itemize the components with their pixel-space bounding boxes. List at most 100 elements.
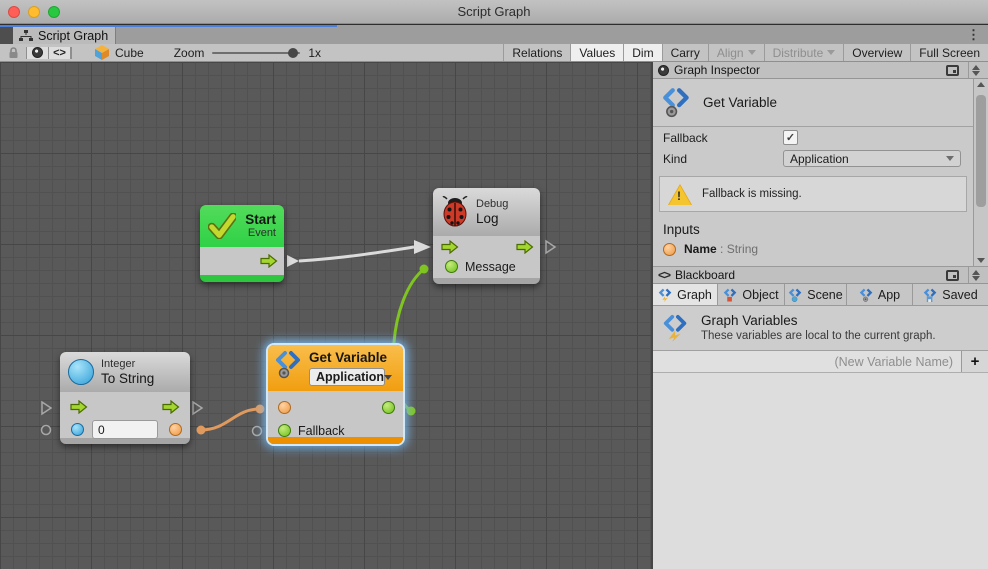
toolbar-button-dim[interactable]: Dim: [623, 44, 661, 61]
connection-wires: [0, 62, 653, 569]
kind-field-row: Kind Application: [653, 148, 973, 169]
new-variable-input[interactable]: [653, 351, 962, 372]
name-input-port[interactable]: [278, 401, 291, 414]
zoom-slider[interactable]: [212, 47, 300, 59]
close-button[interactable]: [8, 6, 20, 18]
wire-end-arrowhead: [414, 240, 431, 254]
fallback-checkbox[interactable]: ✓: [783, 130, 798, 145]
inputs-section-title: Inputs: [663, 222, 973, 240]
add-variable-button[interactable]: +: [962, 351, 988, 372]
lock-icon[interactable]: [0, 47, 26, 59]
graph-variables-icon: [663, 314, 689, 342]
node-start-event[interactable]: Start Event: [200, 205, 284, 282]
unconnected-value-indicator[interactable]: [42, 426, 51, 435]
toolbar-button-distribute[interactable]: Distribute: [764, 44, 844, 61]
flow-out-port[interactable]: [162, 400, 180, 414]
inspector-toggle-icon: [32, 47, 43, 58]
toolbar-button-relations[interactable]: Relations: [503, 44, 570, 61]
unconnected-flow-indicator[interactable]: [42, 402, 51, 414]
toolbar-button-overview[interactable]: Overview: [843, 44, 910, 61]
zoom-slider-knob[interactable]: [288, 48, 298, 58]
new-variable-row: +: [653, 351, 988, 373]
graph-variables-icon: [658, 288, 673, 302]
tab-saved-variables[interactable]: Saved: [913, 284, 988, 305]
graph-variables-title: Graph Variables: [701, 312, 936, 330]
flow-out-port[interactable]: [516, 240, 534, 254]
tab-scene-variables[interactable]: Scene: [785, 284, 847, 305]
inspected-unit-title: Get Variable: [703, 95, 777, 110]
blackboard-header[interactable]: <> Blackboard: [653, 266, 988, 284]
dock-notch: [0, 27, 13, 45]
orange-value-wire[interactable]: [201, 409, 260, 430]
scrollbar-thumb[interactable]: [976, 95, 986, 207]
graph-variables-section: Graph Variables These variables are loca…: [653, 306, 988, 351]
panel-scroll-arrows[interactable]: [968, 267, 983, 283]
tab-graph-variables[interactable]: Graph: [653, 284, 718, 305]
chevron-down-icon: [827, 50, 835, 55]
inspector-icon: [658, 65, 669, 76]
node-integer-to-string[interactable]: Integer To String: [60, 352, 190, 444]
string-output-port[interactable]: [169, 423, 182, 436]
zoom-slider-track: [212, 52, 300, 54]
scroll-down-icon: [972, 276, 980, 281]
chevron-down-icon: [748, 50, 756, 55]
toolbar-button-values[interactable]: Values: [570, 44, 623, 61]
get-variable-icon: [276, 350, 302, 380]
toolbar-button-align[interactable]: Align: [708, 44, 764, 61]
scroll-up-icon: [972, 270, 980, 275]
minimize-button[interactable]: [28, 6, 40, 18]
node-debug-log[interactable]: Debug Log Message: [433, 188, 540, 284]
graph-inspector-header[interactable]: Graph Inspector: [653, 62, 988, 79]
graph-canvas[interactable]: Start Event: [0, 62, 653, 569]
node-supertitle: Integer: [101, 358, 154, 371]
tab-script-graph[interactable]: Script Graph: [13, 27, 116, 45]
fullscreen-button[interactable]: [48, 6, 60, 18]
value-output-port[interactable]: [382, 401, 395, 414]
blackboard-title: Blackboard: [675, 268, 735, 282]
warning-icon: [668, 184, 692, 205]
fallback-field-row: Fallback ✓: [653, 127, 973, 148]
unconnected-flow-indicator[interactable]: [546, 241, 555, 253]
port-label: Message: [465, 260, 516, 274]
blackboard-tabs: Graph Object Scene App Saved: [653, 284, 988, 306]
unconnected-value-indicator[interactable]: [253, 427, 262, 436]
node-subtitle: Event: [245, 227, 276, 240]
node-title: Start: [245, 212, 276, 228]
scroll-down-icon: [977, 258, 985, 263]
flow-in-port[interactable]: [441, 240, 459, 254]
graph-variables-description: These variables are local to the current…: [701, 329, 936, 344]
inspector-toggle-button[interactable]: [27, 47, 49, 59]
chevron-down-icon: [384, 375, 392, 380]
node-get-variable[interactable]: Get Variable Application Fallback: [268, 345, 403, 444]
wire-start-arrowhead: [287, 255, 299, 267]
tab-app-variables[interactable]: App: [847, 284, 913, 305]
panel-scroll-arrows[interactable]: [968, 62, 983, 78]
scroll-down-icon: [972, 71, 980, 76]
unconnected-flow-indicator[interactable]: [193, 402, 202, 414]
message-input-port[interactable]: [445, 260, 458, 273]
node-supertitle: Debug: [476, 198, 508, 211]
fallback-input-port[interactable]: [278, 424, 291, 437]
integer-input-port[interactable]: [71, 423, 84, 436]
inspector-scrollbar[interactable]: [973, 79, 988, 266]
flow-out-port[interactable]: [260, 254, 278, 268]
ladybug-icon: [441, 196, 469, 228]
target-object-label[interactable]: Cube: [115, 46, 144, 60]
scroll-up-icon: [972, 65, 980, 70]
kind-dropdown[interactable]: Application: [783, 150, 961, 167]
integer-value-field[interactable]: [92, 420, 158, 439]
panel-maximize-icon[interactable]: [946, 270, 959, 281]
flow-in-port[interactable]: [70, 400, 88, 414]
code-view-button[interactable]: <>: [49, 47, 71, 59]
panel-maximize-icon[interactable]: [946, 65, 959, 76]
control-wire[interactable]: [299, 247, 414, 261]
kebab-menu-icon[interactable]: ⋮: [967, 26, 980, 44]
variable-kind-dropdown[interactable]: Application: [309, 368, 385, 386]
node-title: To String: [101, 371, 154, 387]
toolbar-button-fullscreen[interactable]: Full Screen: [910, 44, 988, 61]
window-title: Script Graph: [458, 4, 531, 19]
toolbar-button-carry[interactable]: Carry: [662, 44, 708, 61]
tab-object-variables[interactable]: Object: [718, 284, 785, 305]
wire-endpoint: [256, 405, 265, 414]
integer-type-icon: [68, 359, 94, 385]
